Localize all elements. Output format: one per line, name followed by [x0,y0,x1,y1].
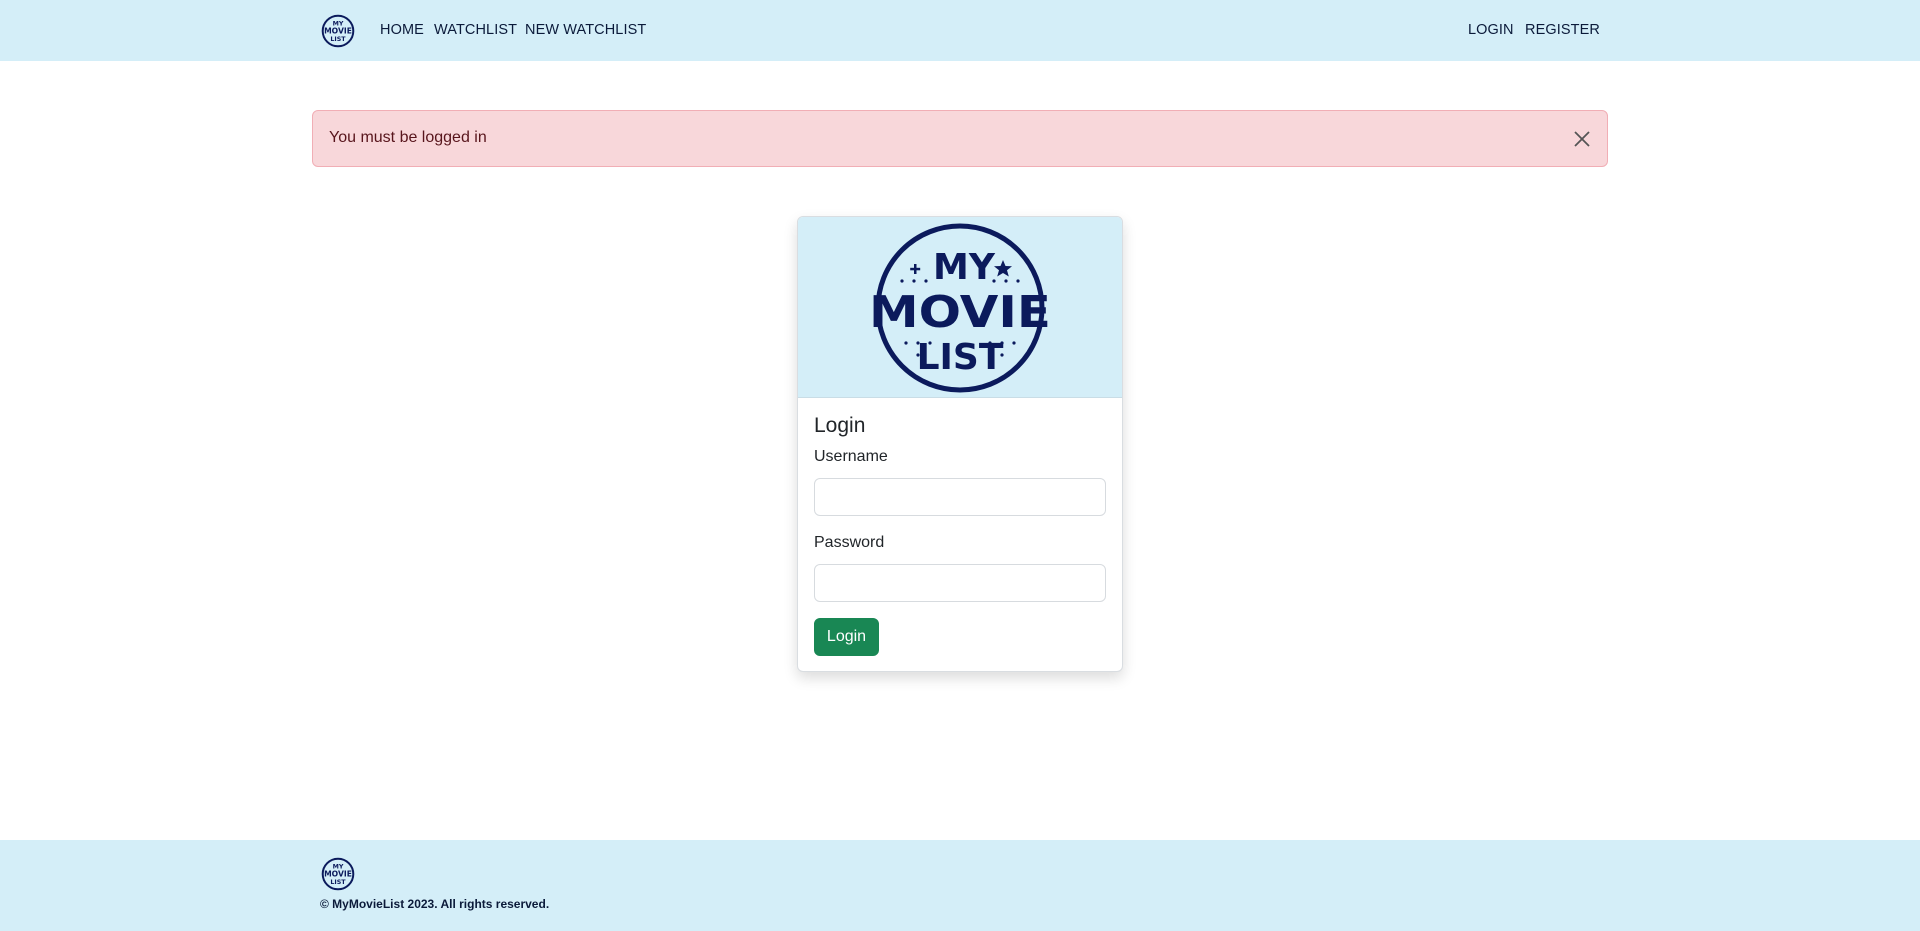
footer-copyright: © MyMovieList 2023. All rights reserved. [320,897,550,911]
password-input[interactable] [814,564,1106,602]
username-label: Username [814,448,888,465]
login-title: Login [814,414,866,437]
nav-link-register[interactable]: REGISTER [1525,22,1600,38]
brand-logo-icon[interactable]: MY MOVIE LIST [319,13,357,49]
username-input[interactable] [814,478,1106,516]
nav-link-new-watchlist[interactable]: NEW WATCHLIST [525,22,646,38]
footer-logo-text-movie: MOVIE [324,870,352,879]
logo-large-text-my: MY [933,247,996,288]
close-icon[interactable] [1571,128,1593,150]
login-submit-button[interactable]: Login [814,618,879,656]
card-hero-image: MY MOVIE LIST [798,217,1122,398]
password-label: Password [814,534,885,551]
footer: MY MOVIE LIST © MyMovieList 2023. All ri… [0,840,1920,931]
brand-logo-large-icon: MY MOVIE LIST [869,223,1051,393]
alert-message: You must be logged in [329,129,487,146]
footer-logo-text-list: LIST [330,879,346,886]
nav-link-watchlist[interactable]: WATCHLIST [434,22,517,38]
error-alert: You must be logged in [312,110,1608,167]
login-card: MY MOVIE LIST Login Username Password Lo… [797,216,1123,672]
logo-text-list: LIST [330,36,346,43]
footer-logo-icon[interactable]: MY MOVIE LIST [319,856,357,892]
logo-text-movie: MOVIE [324,27,352,36]
logo-large-text-movie: MOVIE [869,287,1051,338]
nav-link-home[interactable]: HOME [380,22,424,38]
nav-link-login[interactable]: LOGIN [1468,22,1514,38]
top-navbar: MY MOVIE LIST HOME WATCHLIST NEW WATCHLI… [0,0,1920,61]
logo-large-text-list: LIST [917,337,1004,378]
